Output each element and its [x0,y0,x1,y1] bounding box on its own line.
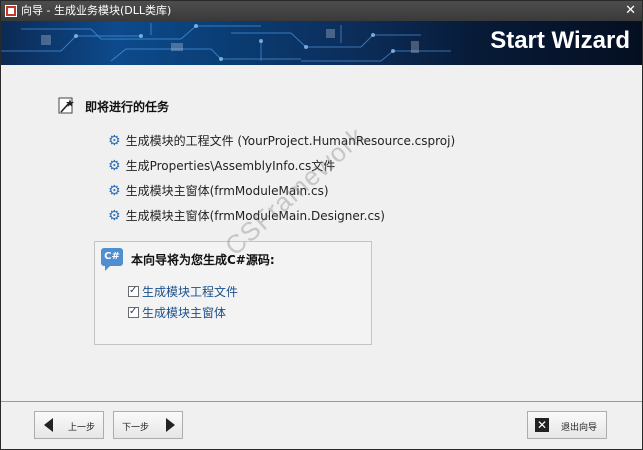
footer-bar: 上一步 下一步 ✕ 退出向导 [1,402,642,449]
gear-icon: ⚙ [108,208,121,224]
prev-label: 上一步 [68,423,96,433]
panel-title: 本向导将为您生成C#源码: [131,253,275,267]
main-content: 即将进行的任务 ⚙ 生成模块的工程文件 (YourProject.HumanRes… [1,65,642,402]
section-title: 即将进行的任务 [85,100,170,114]
close-icon: ✕ [535,418,549,432]
title-bar[interactable]: 向导 - 生成业务模块(DLL类库) ✕ [1,1,642,21]
prev-button[interactable]: 上一步 [34,411,104,439]
checkbox-project-file[interactable]: 生成模块工程文件 [128,283,238,300]
csharp-icon: C# [101,248,123,271]
task-label: 生成模块的工程文件 (YourProject.HumanResource.csp… [125,134,456,148]
checkbox-icon[interactable] [128,304,139,320]
task-item: ⚙ 生成模块的工程文件 (YourProject.HumanResource.cs… [108,133,455,149]
gear-icon: ⚙ [108,158,121,174]
wand-icon [58,97,74,114]
window-close-icon[interactable]: ✕ [625,1,636,21]
next-button[interactable]: 下一步 [113,411,183,439]
banner-title: Start Wizard [490,27,630,54]
checkbox-icon[interactable] [128,283,139,299]
window-title: 向导 - 生成业务模块(DLL类库) [21,4,172,17]
exit-button[interactable]: ✕ 退出向导 [527,411,607,439]
checkbox-label[interactable]: 生成模块工程文件 [142,285,238,299]
checkbox-main-form[interactable]: 生成模块主窗体 [128,304,226,321]
code-generation-panel: C# 本向导将为您生成C#源码: 生成模块工程文件 生成模块主窗体 [94,241,372,345]
arrow-right-icon [166,418,175,432]
gear-icon: ⚙ [108,183,121,199]
header-banner: Start Wizard [1,21,642,65]
exit-label: 退出向导 [561,423,598,433]
next-label: 下一步 [122,423,150,433]
app-icon [5,5,17,17]
gear-icon: ⚙ [108,133,121,149]
arrow-left-icon [44,418,53,432]
wizard-window: 向导 - 生成业务模块(DLL类库) ✕ Start Wizard 即将进行的任… [0,0,643,450]
checkbox-label[interactable]: 生成模块主窗体 [142,306,226,320]
